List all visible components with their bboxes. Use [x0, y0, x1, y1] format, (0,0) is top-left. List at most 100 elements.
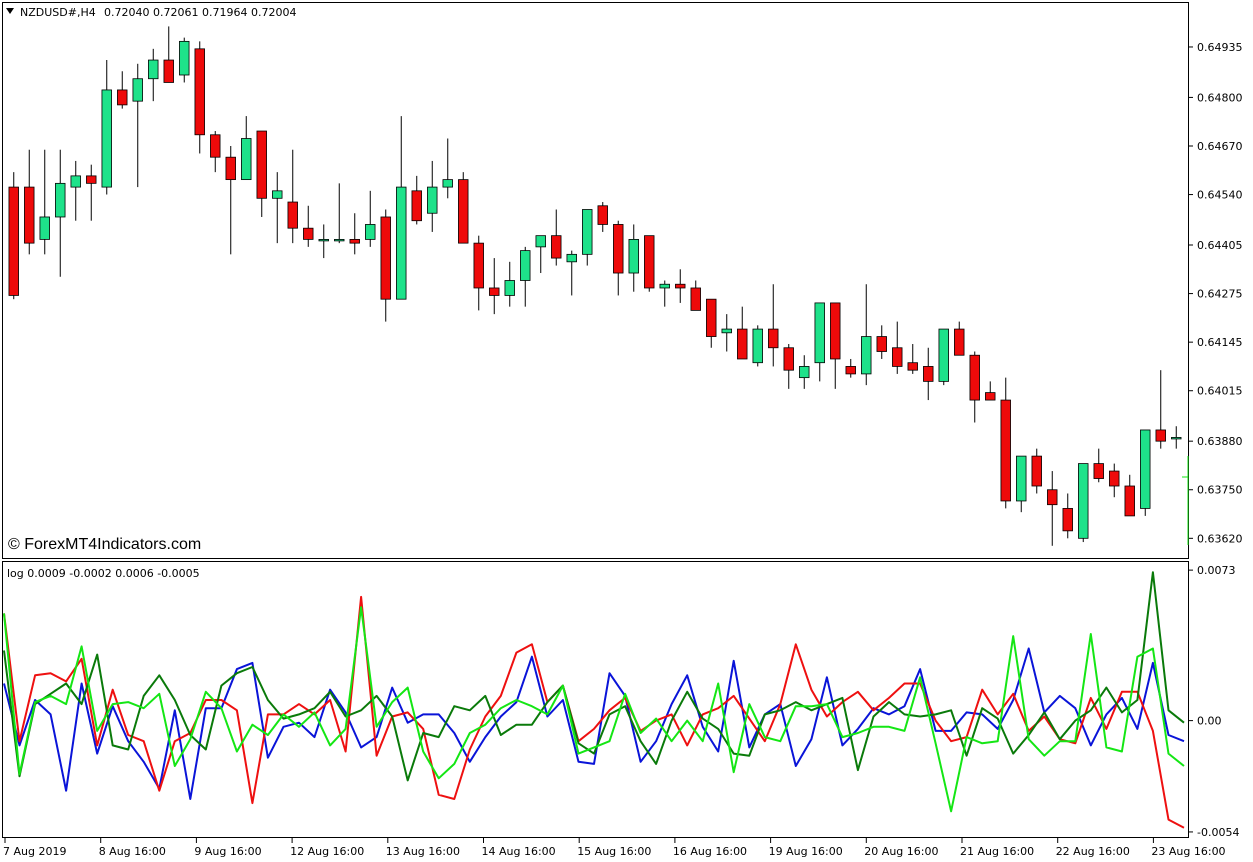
price-tick-label: 0.64015	[1197, 385, 1243, 398]
candle-body	[380, 216, 391, 300]
candle-body	[334, 238, 345, 242]
time-tick-label: 15 Aug 16:00	[577, 845, 651, 858]
candle-body	[628, 238, 639, 274]
indicator-label: log 0.0009 -0.0002 0.0006 -0.0005	[7, 567, 200, 580]
candle-body	[892, 347, 903, 367]
ohlc-values: 0.72040 0.72061 0.71964 0.72004	[104, 6, 296, 19]
candle	[1140, 429, 1151, 516]
candle-body	[101, 89, 112, 188]
candle-body	[551, 235, 562, 259]
candle-body	[1031, 455, 1042, 487]
candle-body	[163, 59, 174, 83]
indicator-tick-label: 0.0073	[1197, 564, 1236, 577]
candle-body	[427, 186, 438, 214]
candle-body	[597, 205, 608, 225]
candle-body	[923, 366, 934, 382]
candle-body	[814, 302, 825, 364]
candle-body	[1093, 463, 1104, 479]
candle-body	[349, 238, 360, 244]
candle-body	[830, 302, 841, 360]
time-tick-label: 12 Aug 16:00	[290, 845, 364, 858]
symbol-label: NZDUSD#,H4	[20, 6, 96, 19]
time-tick-label: 19 Aug 16:00	[769, 845, 843, 858]
candle-body	[55, 182, 66, 218]
candle-body	[1078, 463, 1089, 539]
candle-body	[194, 48, 205, 136]
time-tick-label: 16 Aug 16:00	[673, 845, 747, 858]
candle-body	[225, 156, 236, 181]
candle-body	[690, 287, 701, 311]
candle	[8, 172, 19, 300]
candle-body	[39, 216, 50, 240]
candle-body	[566, 253, 577, 263]
candle-body	[954, 328, 965, 356]
candle-body	[132, 78, 143, 102]
candle-body	[876, 336, 887, 352]
candle-body	[86, 175, 97, 184]
price-tick-label: 0.64405	[1197, 239, 1243, 252]
candle-body	[845, 366, 856, 375]
candle-body	[1109, 470, 1120, 487]
candle-body	[613, 224, 624, 274]
candle-body	[8, 186, 19, 296]
candle-body	[504, 280, 515, 296]
indicator-tick-label: 0.00	[1197, 715, 1222, 728]
price-tick-label: 0.64275	[1197, 288, 1243, 301]
candle-body	[768, 328, 779, 349]
price-tick-label: 0.64145	[1197, 336, 1243, 349]
candle-body	[411, 190, 422, 222]
candle-body	[458, 179, 469, 244]
time-tick-label: 22 Aug 16:00	[1056, 845, 1130, 858]
candle-body	[1047, 489, 1058, 506]
candle-body	[659, 283, 670, 289]
candle-body	[272, 190, 283, 199]
time-tick-label: 21 Aug 16:00	[960, 845, 1034, 858]
candle-body	[706, 298, 717, 337]
price-tick-label: 0.64935	[1197, 41, 1243, 54]
price-tick-label: 0.64800	[1197, 91, 1243, 104]
candle-body	[1016, 455, 1027, 502]
candle-body	[861, 336, 872, 375]
indicator-tick-label: -0.0054	[1197, 826, 1239, 839]
candle-body	[985, 392, 996, 401]
price-tick-label: 0.63750	[1197, 484, 1243, 497]
candle-body	[303, 227, 314, 240]
candle	[458, 172, 469, 244]
time-tick-label: 7 Aug 2019	[3, 845, 66, 858]
time-tick-label: 13 Aug 16:00	[386, 845, 460, 858]
candle-body	[210, 134, 221, 158]
candle-body	[783, 347, 794, 371]
watermark: © ForexMT4Indicators.com	[8, 536, 201, 553]
candle-body	[241, 138, 252, 181]
candle-body	[535, 235, 546, 248]
candle-body	[1062, 508, 1073, 532]
chart-canvas[interactable]: 0.64935 0.64800 0.64670 0.64540 0.64405 0.642…	[0, 0, 1253, 862]
candle	[1078, 463, 1089, 543]
candle-body	[1171, 437, 1182, 440]
candle-body	[179, 40, 190, 76]
candle	[644, 235, 655, 292]
candle-body	[675, 283, 686, 289]
time-tick-label: 9 Aug 16:00	[194, 845, 261, 858]
time-tick-label: 14 Aug 16:00	[482, 845, 556, 858]
candle-body	[318, 238, 329, 242]
candle-body	[969, 354, 980, 401]
candle-body	[1124, 485, 1135, 517]
price-tick-label: 0.64670	[1197, 140, 1243, 153]
candle-body	[24, 186, 35, 244]
candle-body	[1140, 429, 1151, 509]
candle-body	[473, 242, 484, 289]
candle-body	[1155, 429, 1166, 442]
price-tick-label: 0.64540	[1197, 189, 1243, 202]
price-tick-label: 0.63880	[1197, 435, 1243, 448]
time-tick-label: 20 Aug 16:00	[864, 845, 938, 858]
time-tick-label: 23 Aug 16:00	[1151, 845, 1225, 858]
candle-body	[520, 250, 531, 281]
candle-body	[721, 328, 732, 334]
price-tick-label: 0.63620	[1197, 532, 1243, 545]
candle-body	[442, 179, 453, 188]
candle-body	[396, 186, 407, 300]
candle	[752, 325, 763, 367]
candle-body	[938, 328, 949, 382]
candle-body	[644, 235, 655, 289]
